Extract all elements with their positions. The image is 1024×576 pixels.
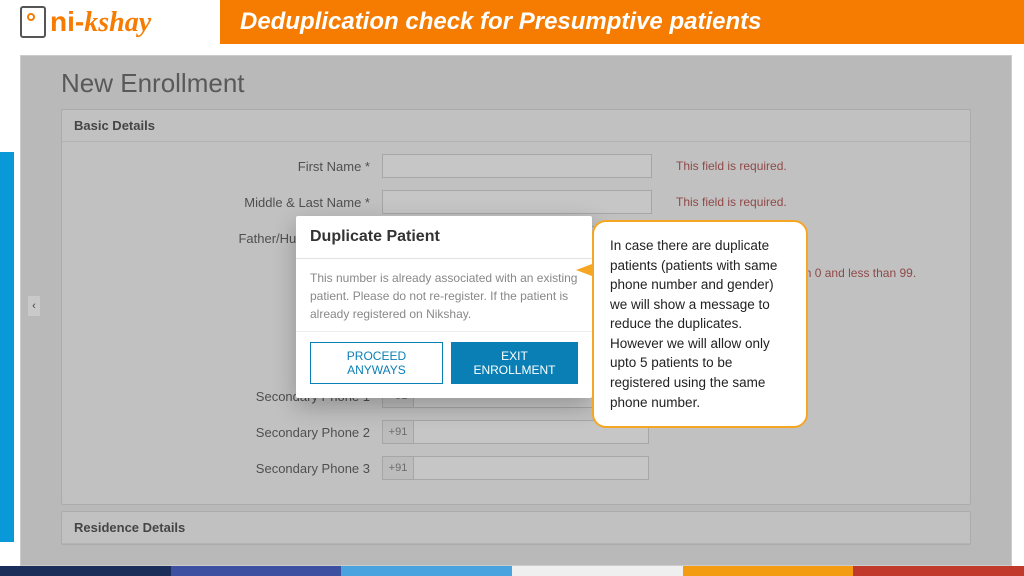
modal-body: This number is already associated with a… [296,259,592,331]
header-title: Deduplication check for Presumptive pati… [240,8,761,36]
bottom-accent-bar [0,566,1024,576]
callout-arrow-icon [576,264,592,276]
duplicate-patient-modal: Duplicate Patient This number is already… [296,216,592,398]
explainer-callout: In case there are duplicate patients (pa… [592,220,808,428]
left-accent-bar [0,152,14,542]
sidebar-collapse-handle[interactable]: ‹ [28,296,40,316]
header-banner: ni-kshay Deduplication check for Presump… [0,0,1024,44]
logo-ni: ni- [50,6,84,37]
chevron-left-icon: ‹ [32,300,36,312]
phone-search-icon [20,6,46,38]
modal-footer: PROCEED ANYWAYS EXIT ENROLLMENT [296,331,592,398]
modal-title: Duplicate Patient [296,216,592,258]
proceed-anyways-button[interactable]: PROCEED ANYWAYS [310,342,443,384]
logo: ni-kshay [0,0,220,44]
exit-enrollment-button[interactable]: EXIT ENROLLMENT [451,342,578,384]
logo-kshay: kshay [84,7,151,38]
